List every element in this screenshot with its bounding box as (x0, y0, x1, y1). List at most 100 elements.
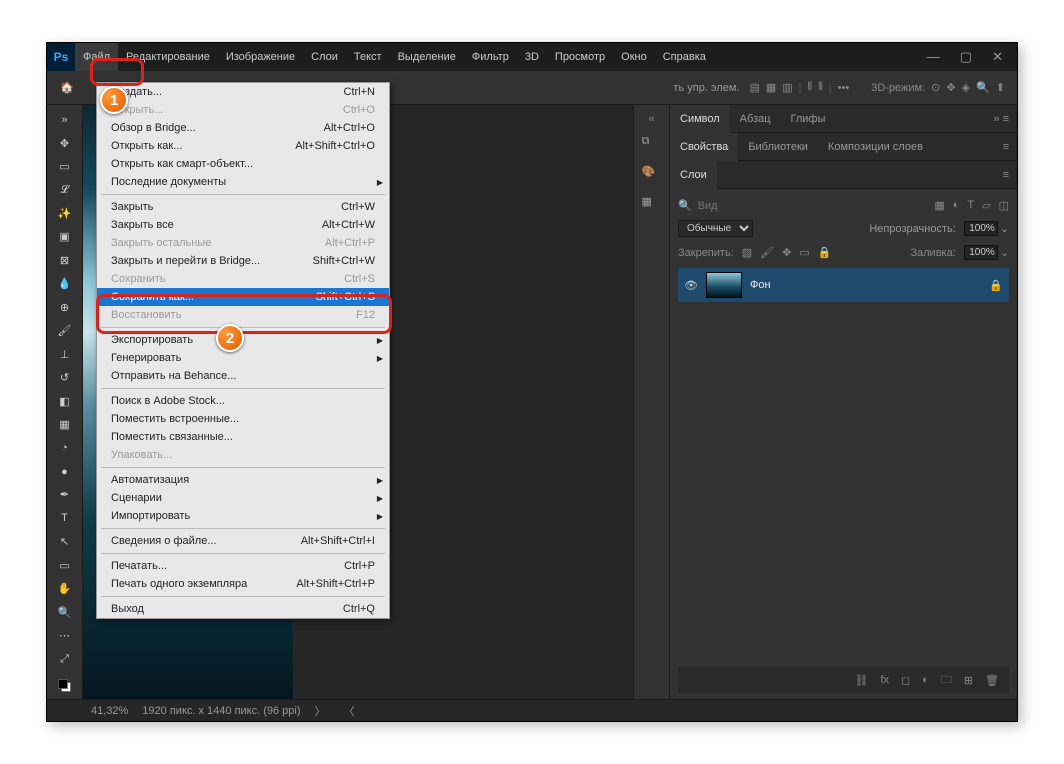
menu-item[interactable]: Закрыть и перейти в Bridge...Shift+Ctrl+… (97, 252, 389, 270)
mask-icon[interactable]: ◻ (901, 674, 910, 687)
orbit-icon[interactable]: ⊙ (931, 81, 940, 94)
gradient-tool[interactable]: ▦ (51, 414, 79, 435)
tab-layercomps[interactable]: Композиции слоев (818, 133, 933, 161)
heal-tool[interactable]: ⊕ (51, 297, 79, 318)
distribute-icon[interactable]: ⫴ (818, 81, 823, 94)
zoom3d-icon[interactable]: ◈ (962, 81, 970, 94)
menu-3d[interactable]: 3D (517, 43, 547, 71)
menu-item[interactable]: Печать одного экземпляраAlt+Shift+Ctrl+P (97, 575, 389, 593)
menu-item[interactable]: Последние документы (97, 173, 389, 191)
wand-tool[interactable]: ✨ (51, 203, 79, 224)
minimize-icon[interactable]: — (927, 49, 940, 65)
menu-window[interactable]: Окно (613, 43, 655, 71)
search-icon[interactable]: 🔍 (678, 199, 692, 212)
blur-tool[interactable]: ◔ (51, 437, 79, 458)
eraser-tool[interactable]: ◧ (51, 390, 79, 411)
menu-edit[interactable]: Редактирование (118, 43, 218, 71)
menu-item[interactable]: Генерировать (97, 349, 389, 367)
share-icon[interactable]: ⬆ (996, 81, 1005, 94)
collapse-icon[interactable]: « (648, 113, 654, 125)
hand-tool[interactable]: ✋ (51, 578, 79, 599)
blend-mode-select[interactable]: Обычные (678, 220, 753, 237)
move-tool[interactable]: ✥ (51, 132, 79, 153)
stamp-tool[interactable]: ⊥ (51, 344, 79, 365)
menu-layers[interactable]: Слои (303, 43, 346, 71)
menu-filter[interactable]: Фильтр (464, 43, 517, 71)
filter-type-icon[interactable]: T (967, 199, 974, 212)
menu-item[interactable]: Поместить связанные... (97, 428, 389, 446)
collapse-icon[interactable]: » (51, 109, 79, 130)
fx-icon[interactable]: fx (880, 674, 889, 686)
maximize-icon[interactable]: ▢ (960, 49, 972, 65)
menu-item[interactable]: ВыходCtrl+Q (97, 600, 389, 618)
filter-pixel-icon[interactable]: ▦ (934, 199, 944, 212)
menu-item[interactable]: ЗакрытьCtrl+W (97, 198, 389, 216)
fill-input[interactable] (964, 245, 998, 260)
pen-tool[interactable]: ✒ (51, 484, 79, 505)
tab-properties[interactable]: Свойства (670, 133, 738, 161)
adjust-icon[interactable]: ◐ (922, 674, 929, 686)
crop-tool[interactable]: ▣ (51, 226, 79, 247)
menu-item[interactable]: Открыть как...Alt+Shift+Ctrl+O (97, 137, 389, 155)
lock-artboard-icon[interactable]: ▭ (799, 246, 809, 259)
zoom-tool[interactable]: 🔍 (51, 602, 79, 623)
menu-item[interactable]: Отправить на Behance... (97, 367, 389, 385)
eyedropper-tool[interactable]: 💧 (51, 273, 79, 294)
align-left-icon[interactable]: ▤ (749, 81, 759, 94)
tab-libraries[interactable]: Библиотеки (738, 133, 818, 161)
swap-colors-icon[interactable]: ⤢ (51, 648, 79, 669)
layer-row[interactable]: 👁 Фон 🔒 (678, 268, 1009, 302)
layer-name[interactable]: Фон (750, 279, 981, 291)
panel-menu-icon[interactable]: ≡ (1003, 141, 1017, 153)
tab-glyphs[interactable]: Глифы (781, 105, 836, 133)
distribute-icon[interactable]: ⫴ (808, 81, 813, 94)
menu-item[interactable]: Обзор в Bridge...Alt+Ctrl+O (97, 119, 389, 137)
trash-icon[interactable]: 🗑 (985, 674, 999, 687)
panel-menu-icon[interactable]: » ≡ (993, 113, 1017, 125)
path-tool[interactable]: ↖ (51, 531, 79, 552)
home-icon[interactable]: 🏠 (55, 76, 79, 100)
opacity-input[interactable] (964, 221, 998, 236)
filter-adjust-icon[interactable]: ◐ (953, 199, 960, 212)
marquee-tool[interactable]: ▭ (51, 156, 79, 177)
lasso-tool[interactable]: 𝓛 (51, 179, 79, 200)
color-icon[interactable]: 🎨 (642, 165, 662, 185)
menu-view[interactable]: Просмотр (547, 43, 613, 71)
chevron-right-icon[interactable]: 〉 (315, 703, 326, 719)
pan-icon[interactable]: ✥ (946, 81, 955, 94)
more-icon[interactable]: ••• (838, 82, 850, 94)
menu-item[interactable]: Закрыть всеAlt+Ctrl+W (97, 216, 389, 234)
menu-item[interactable]: Сценарии (97, 489, 389, 507)
lock-all-icon[interactable]: 🔒 (818, 246, 832, 259)
type-tool[interactable]: T (51, 508, 79, 529)
menu-item[interactable]: Печатать...Ctrl+P (97, 557, 389, 575)
layer-thumb[interactable] (706, 272, 742, 298)
menu-item[interactable]: Поиск в Adobe Stock... (97, 392, 389, 410)
menu-item[interactable]: Автоматизация (97, 471, 389, 489)
menu-item[interactable]: Сохранить как...Shift+Ctrl+S (97, 288, 389, 306)
tab-layers[interactable]: Слои (670, 161, 717, 189)
eye-icon[interactable]: 👁 (684, 279, 698, 292)
fg-bg-color[interactable] (51, 672, 79, 699)
brush-tool[interactable]: 🖌 (51, 320, 79, 341)
filter-smart-icon[interactable]: ◫ (999, 199, 1009, 212)
tab-paragraph[interactable]: Абзац (730, 105, 781, 133)
tab-character[interactable]: Символ (670, 105, 730, 133)
menu-help[interactable]: Справка (655, 43, 714, 71)
lock-pos-icon[interactable]: ✥ (782, 246, 791, 259)
menu-select[interactable]: Выделение (390, 43, 464, 71)
menu-text[interactable]: Текст (346, 43, 390, 71)
frame-tool[interactable]: ⊠ (51, 250, 79, 271)
menu-item[interactable]: Импортировать (97, 507, 389, 525)
filter-shape-icon[interactable]: ▱ (982, 199, 990, 212)
shape-tool[interactable]: ▭ (51, 555, 79, 576)
layer-filter-input[interactable] (698, 200, 758, 212)
lock-trans-icon[interactable]: ▨ (742, 246, 752, 259)
menu-image[interactable]: Изображение (218, 43, 303, 71)
menu-file[interactable]: Файл (75, 43, 118, 71)
dodge-tool[interactable]: ● (51, 461, 79, 482)
panel-menu-icon[interactable]: ≡ (1003, 169, 1017, 181)
history-icon[interactable]: ⧉ (642, 135, 662, 155)
menu-item[interactable]: Поместить встроенные... (97, 410, 389, 428)
group-icon[interactable]: 🗀 (941, 671, 952, 690)
